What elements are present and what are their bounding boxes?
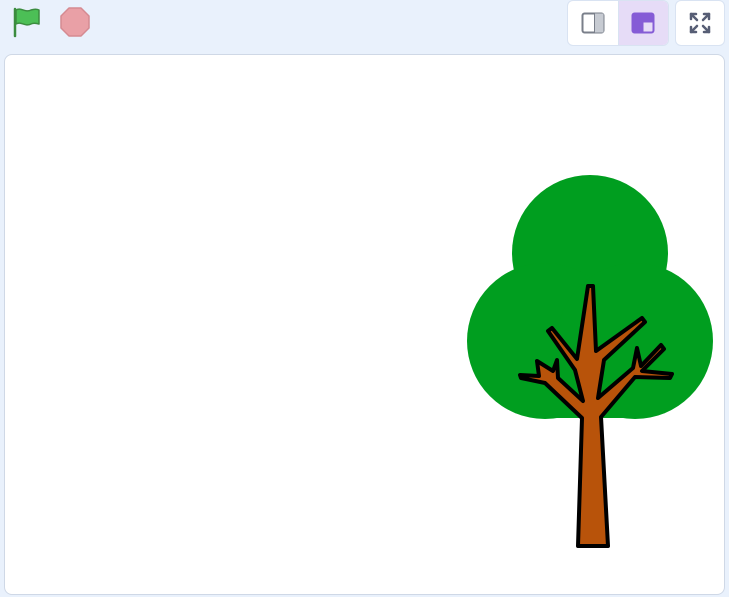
small-stage-button[interactable]	[568, 1, 618, 45]
stop-button[interactable]	[57, 4, 93, 40]
fullscreen-button[interactable]	[675, 0, 725, 46]
tree-sprite[interactable]	[465, 173, 721, 553]
small-stage-icon	[581, 12, 605, 34]
green-flag-icon	[13, 7, 40, 38]
green-flag-button[interactable]	[8, 4, 44, 40]
normal-stage-button[interactable]	[617, 1, 668, 45]
stop-sign-icon	[60, 7, 90, 37]
stage-canvas[interactable]	[4, 54, 725, 595]
fullscreen-icon	[689, 12, 711, 34]
normal-stage-icon	[631, 12, 655, 34]
stage-header	[0, 0, 729, 54]
stage-size-toggle	[567, 0, 669, 46]
